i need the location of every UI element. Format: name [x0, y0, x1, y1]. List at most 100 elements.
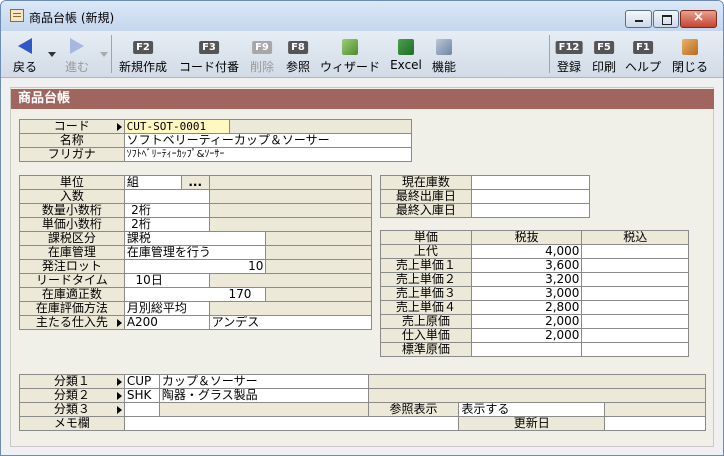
f3-key-icon: F3: [199, 41, 219, 54]
reference-label: 参照: [285, 60, 310, 74]
lead-time-unit: 日: [150, 273, 163, 287]
forward-button[interactable]: 進む: [57, 33, 97, 75]
class1-code-input[interactable]: CUP: [123, 374, 160, 389]
class2-label: 分類２: [19, 388, 125, 403]
stock-control-select[interactable]: 在庫管理を行う: [123, 245, 267, 260]
function-button[interactable]: 機能: [427, 33, 461, 75]
price-incl-input[interactable]: [581, 258, 689, 273]
maximize-button[interactable]: [653, 10, 679, 28]
unit-lookup-button[interactable]: ...: [180, 175, 210, 190]
price-incl-input[interactable]: [581, 328, 689, 343]
price-incl-input[interactable]: [581, 314, 689, 329]
price-incl-input[interactable]: [581, 244, 689, 259]
new-button[interactable]: F2 新規作成: [115, 33, 171, 75]
unit-filler: [208, 175, 373, 190]
price-incl-input[interactable]: [581, 300, 689, 315]
f1-key-icon: F1: [633, 41, 653, 54]
lead-time-filler: [208, 273, 373, 288]
print-button[interactable]: F5 印刷: [588, 33, 620, 75]
tax-filler: [265, 231, 372, 246]
stock-control-filler: [265, 245, 372, 260]
forward-label: 進む: [64, 60, 89, 74]
price-excl-input[interactable]: 3,600: [470, 258, 583, 273]
valuation-filler: [208, 301, 373, 316]
valuation-select[interactable]: 月別総平均: [123, 301, 210, 316]
price-excl-input[interactable]: 3,200: [470, 272, 583, 287]
wizard-button[interactable]: ウィザード: [317, 33, 383, 75]
assign-code-label: コード付番: [178, 60, 239, 74]
stock-control-label: 在庫管理: [19, 245, 125, 260]
basic-info-table: コード CUT-SOT-0001 名称 ソフトベリーティーカップ＆ソーサー フリ…: [19, 119, 413, 162]
excel-icon: [398, 39, 414, 55]
price-excl-input[interactable]: [470, 342, 583, 357]
price-incl-input[interactable]: [581, 286, 689, 301]
price-decimal-filler: [208, 217, 373, 232]
minimize-button[interactable]: [625, 10, 652, 28]
price-incl-input[interactable]: [581, 272, 689, 287]
price-excl-input[interactable]: 3,000: [470, 286, 583, 301]
close-button[interactable]: 閉じる: [667, 33, 713, 75]
order-lot-input[interactable]: 10: [123, 259, 267, 274]
price-decimal-unit: 桁: [138, 217, 151, 231]
price-table: 単価 税抜 税込 上代 4,000 売上単価１ 3,600 売上単価２ 3,20…: [380, 230, 689, 357]
proper-stock-input[interactable]: 170: [123, 287, 267, 302]
price-excl-input[interactable]: 4,000: [470, 244, 583, 259]
excel-button[interactable]: Excel: [387, 33, 425, 75]
help-button[interactable]: F1 ヘルプ: [622, 33, 664, 75]
assign-code-button[interactable]: F3 コード付番: [175, 33, 243, 75]
lead-time-input[interactable]: 10日: [123, 273, 210, 288]
price-row-label: 売上原価: [380, 314, 472, 329]
price-excl-input[interactable]: 2,000: [470, 328, 583, 343]
last-inbound-value: [470, 203, 591, 218]
qty-decimal-unit: 桁: [138, 203, 151, 217]
class1-label: 分類１: [19, 374, 125, 389]
close-window-button[interactable]: ×: [680, 9, 717, 28]
quantity-filler: [208, 189, 373, 204]
quantity-input[interactable]: [123, 189, 210, 204]
section-title: 商品台帳: [11, 89, 714, 109]
class3-name: [158, 402, 369, 417]
price-header-incl: 税込: [581, 230, 689, 245]
excel-label: Excel: [390, 58, 422, 72]
class3-label: 分類３: [19, 402, 125, 417]
tax-select[interactable]: 課税: [123, 231, 267, 246]
qty-decimal-input[interactable]: 2桁: [123, 203, 210, 218]
back-dropdown-icon[interactable]: [48, 52, 56, 57]
supplier-code-input[interactable]: A200: [123, 315, 210, 330]
delete-button[interactable]: F9 削除: [245, 33, 279, 75]
code-input[interactable]: CUT-SOT-0001: [123, 119, 230, 134]
class3-code-input[interactable]: [123, 402, 160, 417]
price-excl-input[interactable]: 2,800: [470, 300, 583, 315]
class1-name: カップ＆ソーサー: [158, 374, 369, 389]
supplier-name: アンデス: [208, 315, 373, 330]
f5-key-icon: F5: [594, 41, 614, 54]
reference-button[interactable]: F8 参照: [281, 33, 315, 75]
lead-time-value: 10: [135, 273, 151, 287]
arrow-left-icon: [18, 38, 32, 54]
app-window: 商品台帳 (新規) × 戻る 進む F2 新規作成 F3 コード付番 F9 削除: [0, 0, 724, 456]
price-decimal-input[interactable]: 2桁: [123, 217, 210, 232]
price-row-label: 上代: [380, 244, 472, 259]
forward-dropdown-icon[interactable]: [100, 52, 108, 57]
name-input[interactable]: ソフトベリーティーカップ＆ソーサー: [123, 133, 413, 148]
back-button[interactable]: 戻る: [5, 33, 45, 75]
memo-input[interactable]: [123, 416, 460, 431]
reference-display-select[interactable]: 表示する: [458, 402, 606, 417]
new-label: 新規作成: [118, 60, 167, 74]
reference-display-label: 参照表示: [367, 402, 460, 417]
proper-stock-filler: [265, 287, 372, 302]
order-lot-label: 発注ロット: [19, 259, 125, 274]
unit-input[interactable]: 組: [123, 175, 182, 190]
price-row-label: 売上単価３: [380, 286, 472, 301]
wizard-icon: [342, 39, 358, 55]
class2-code-input[interactable]: SHK: [123, 388, 160, 403]
price-row-label: 標準原価: [380, 342, 472, 357]
register-button[interactable]: F12 登録: [552, 33, 586, 75]
classification-table: 分類１ CUP カップ＆ソーサー 分類２ SHK 陶器・グラス製品 分類３ 参照…: [19, 374, 707, 431]
kana-input[interactable]: ｿﾌﾄﾍﾞﾘｰﾃｨｰｶｯﾌﾟ&ｿｰｻｰ: [123, 147, 413, 162]
price-row-label: 売上単価１: [380, 258, 472, 273]
price-excl-input[interactable]: 2,000: [470, 314, 583, 329]
qty-decimal-label: 数量小数桁: [19, 203, 125, 218]
function-label: 機能: [431, 60, 456, 74]
price-incl-input[interactable]: [581, 342, 689, 357]
